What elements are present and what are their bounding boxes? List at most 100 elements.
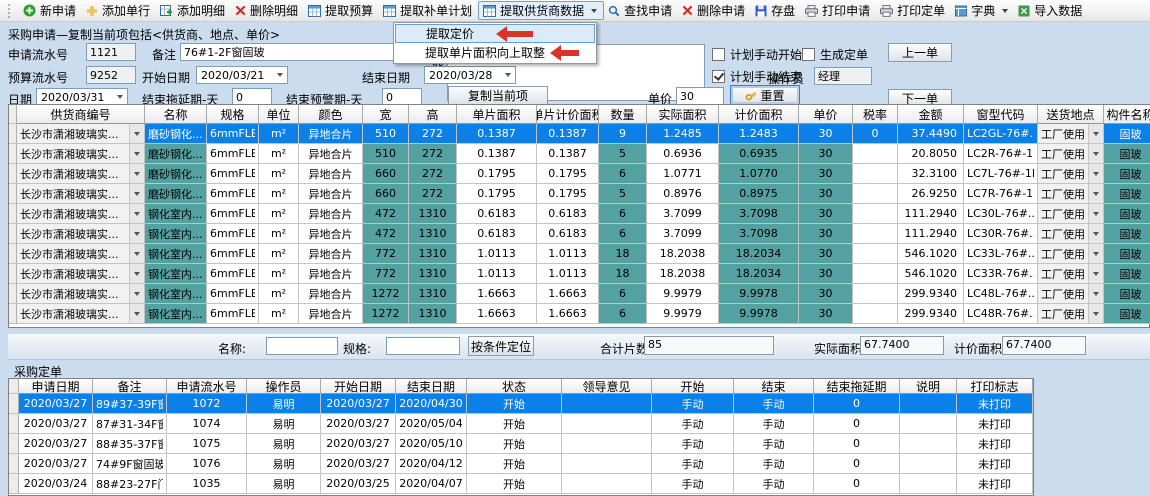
cell-window-code[interactable]: LC30R-76#... xyxy=(964,224,1038,244)
cell-start[interactable]: 手动 xyxy=(652,414,734,434)
column-header-start-date[interactable]: 开始日期 xyxy=(321,379,396,394)
cell-delivery[interactable]: 工厂使用 xyxy=(1038,184,1104,204)
cell-leader-opinion[interactable] xyxy=(562,414,652,434)
cell-component[interactable]: 固玻 xyxy=(1104,264,1150,284)
toolbar-button-delete-request[interactable]: 删除申请 xyxy=(678,1,751,20)
cell-supplier[interactable]: 长沙市潇湘玻璃实... xyxy=(17,284,145,304)
column-header-end[interactable]: 结束 xyxy=(734,379,814,394)
cell-tax-rate[interactable] xyxy=(853,164,898,184)
cell-end-delay[interactable]: 0 xyxy=(814,434,900,454)
cell-end-date[interactable]: 2020/05/10 xyxy=(396,434,467,454)
cell-name[interactable]: 钢化室内... xyxy=(145,284,207,304)
cell-status[interactable]: 开始 xyxy=(467,414,562,434)
order-row[interactable]: 2020/03/2788#35-37F窗固玻1075易明2020/03/2720… xyxy=(9,434,1033,454)
cell-end-delay[interactable]: 0 xyxy=(814,394,900,414)
cell-unit[interactable]: m² xyxy=(259,164,299,184)
cell-width[interactable]: 1272 xyxy=(363,304,409,324)
cell-tax-rate[interactable] xyxy=(853,304,898,324)
cell-actual-area[interactable]: 1.0771 xyxy=(647,164,719,184)
cell-delivery[interactable]: 工厂使用 xyxy=(1038,204,1104,224)
copy-current-button[interactable]: 复制当前项 xyxy=(448,86,548,105)
chevron-down-icon[interactable] xyxy=(591,9,597,13)
cell-spec[interactable]: 6mmFLE... xyxy=(207,204,259,224)
column-header-print-flag[interactable]: 打印标志 xyxy=(957,379,1033,394)
cell-height[interactable]: 272 xyxy=(409,144,457,164)
cell-tax-rate[interactable] xyxy=(853,224,898,244)
cell-component[interactable]: 固玻 xyxy=(1104,164,1150,184)
row-selector[interactable] xyxy=(9,284,17,304)
cell-start[interactable]: 手动 xyxy=(652,474,734,494)
cell-amount[interactable]: 299.9340 xyxy=(898,284,964,304)
cell-start-date[interactable]: 2020/03/25 xyxy=(321,474,396,494)
cell-operator[interactable]: 易明 xyxy=(247,474,321,494)
cell-qty[interactable]: 18 xyxy=(599,264,647,284)
cell-price-area[interactable]: 0.6935 xyxy=(719,144,799,164)
cell-height[interactable]: 272 xyxy=(409,124,457,144)
cell-qty[interactable]: 5 xyxy=(599,144,647,164)
cell-unit[interactable]: m² xyxy=(259,244,299,264)
row-selector[interactable] xyxy=(9,244,17,264)
detail-row[interactable]: 长沙市潇湘玻璃实...磨砂钢化...6mmFLE...m²异地合片6602720… xyxy=(9,184,1149,204)
cell-supplier[interactable]: 长沙市潇湘玻璃实... xyxy=(17,224,145,244)
cell-height[interactable]: 272 xyxy=(409,184,457,204)
detail-row[interactable]: 长沙市潇湘玻璃实...钢化室内...6mmFLE...m²异地合片4721310… xyxy=(9,224,1149,244)
name-filter-input[interactable] xyxy=(266,337,338,355)
cell-amount[interactable]: 20.8050 xyxy=(898,144,964,164)
menu-item-extract-pricing[interactable]: 提取定价 xyxy=(395,24,595,43)
column-header-actual-area[interactable]: 实际面积 xyxy=(647,105,719,124)
cell-color[interactable]: 异地合片 xyxy=(299,304,363,324)
column-header-remark[interactable]: 备注 xyxy=(93,379,167,394)
cell-name[interactable]: 磨砂钢化... xyxy=(145,124,207,144)
cell-piece-area[interactable]: 1.0113 xyxy=(457,244,537,264)
cell-color[interactable]: 异地合片 xyxy=(299,164,363,184)
cell-print-flag[interactable]: 未打印 xyxy=(957,394,1033,414)
cell-component[interactable]: 固玻 xyxy=(1104,184,1150,204)
cell-spec[interactable]: 6mmFLE... xyxy=(207,304,259,324)
cell-leader-opinion[interactable] xyxy=(562,474,652,494)
cell-window-code[interactable]: LC33L-76#... xyxy=(964,244,1038,264)
cell-note[interactable] xyxy=(900,394,957,414)
cell-amount[interactable]: 546.1020 xyxy=(898,244,964,264)
chevron-down-icon[interactable] xyxy=(273,67,287,83)
cell-width[interactable]: 510 xyxy=(363,124,409,144)
column-header-note[interactable]: 说明 xyxy=(900,379,957,394)
cell-width[interactable]: 772 xyxy=(363,244,409,264)
dropdown-arrow-icon[interactable] xyxy=(129,144,144,163)
cell-component[interactable]: 固玻 xyxy=(1104,284,1150,304)
cell-end[interactable]: 手动 xyxy=(734,454,814,474)
cell-delivery[interactable]: 工厂使用 xyxy=(1038,284,1104,304)
dropdown-arrow-icon[interactable] xyxy=(129,284,144,303)
dropdown-arrow-icon[interactable] xyxy=(129,304,144,323)
cell-price-area[interactable]: 3.7098 xyxy=(719,204,799,224)
cell-amount[interactable]: 32.3100 xyxy=(898,164,964,184)
cell-end[interactable]: 手动 xyxy=(734,414,814,434)
cell-window-code[interactable]: LC2R-76#-1F xyxy=(964,144,1038,164)
budget-no-field[interactable] xyxy=(86,66,136,84)
cell-request-no[interactable]: 1075 xyxy=(167,434,247,454)
cell-tax-rate[interactable] xyxy=(853,184,898,204)
cell-price-area[interactable]: 1.2483 xyxy=(719,124,799,144)
cell-end[interactable]: 手动 xyxy=(734,434,814,454)
cell-start[interactable]: 手动 xyxy=(652,394,734,414)
cell-piece-area[interactable]: 0.1795 xyxy=(457,184,537,204)
dropdown-arrow-icon[interactable] xyxy=(129,244,144,263)
cell-spec[interactable]: 6mmFLE... xyxy=(207,184,259,204)
cell-window-code[interactable]: LC33R-76#... xyxy=(964,264,1038,284)
cell-unit[interactable]: m² xyxy=(259,264,299,284)
cell-width[interactable]: 510 xyxy=(363,144,409,164)
cell-width[interactable]: 1272 xyxy=(363,284,409,304)
detail-row[interactable]: 长沙市潇湘玻璃实...钢化室内...6mmFLE...m²异地合片7721310… xyxy=(9,244,1149,264)
cell-price-area[interactable]: 9.9978 xyxy=(719,304,799,324)
toolbar-button-new-request[interactable]: 新申请 xyxy=(19,1,82,20)
column-header-request-date[interactable]: 申请日期 xyxy=(19,379,93,394)
dropdown-arrow-icon[interactable] xyxy=(129,264,144,283)
cell-remark[interactable]: 88#23-27F门顶玻 xyxy=(93,474,167,494)
checkbox-icon[interactable] xyxy=(712,48,725,61)
cell-actual-area[interactable]: 3.7099 xyxy=(647,204,719,224)
cell-remark[interactable]: 88#35-37F窗固玻 xyxy=(93,434,167,454)
column-header-tax-rate[interactable]: 税率 xyxy=(853,105,898,124)
cell-unit[interactable]: m² xyxy=(259,224,299,244)
column-header-width[interactable]: 宽 xyxy=(363,105,409,124)
cell-unit-price[interactable]: 30 xyxy=(799,304,853,324)
cell-piece-area[interactable]: 0.1387 xyxy=(457,144,537,164)
